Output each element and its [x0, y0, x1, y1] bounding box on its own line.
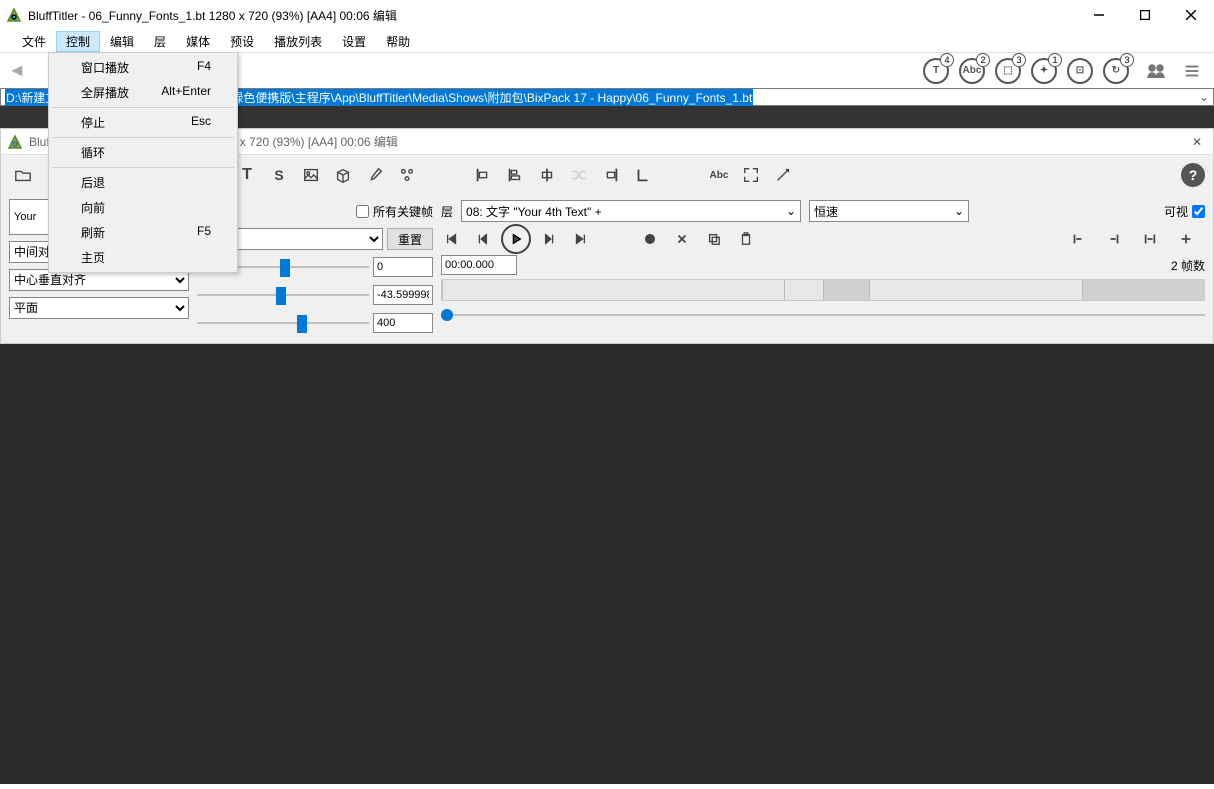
layer-label: 层 — [441, 203, 453, 220]
menu-separator — [52, 107, 234, 108]
align-l-icon[interactable] — [629, 161, 657, 189]
last-frame-icon[interactable] — [569, 228, 591, 250]
eyedropper-icon[interactable] — [361, 161, 389, 189]
marker-range-icon[interactable] — [1139, 228, 1161, 250]
minimize-button[interactable] — [1076, 0, 1122, 30]
menu-loop[interactable]: 循环 — [51, 140, 235, 165]
control-menu-dropdown: 窗口播放F4 全屏播放Alt+Enter 停止Esc 循环 后退 向前 刷新F5… — [48, 52, 238, 273]
menu-separator — [52, 167, 234, 168]
badge-rotate[interactable]: ↻3 — [1100, 55, 1132, 87]
visible-checkbox[interactable]: 可视 — [1164, 203, 1205, 220]
app-logo-icon — [6, 7, 22, 23]
maximize-button[interactable] — [1122, 0, 1168, 30]
badge-container[interactable]: ⊡ — [1064, 55, 1096, 87]
badge-image[interactable]: ⬚3 — [992, 55, 1024, 87]
badge-effect[interactable]: ✦1 — [1028, 55, 1060, 87]
abc-icon[interactable]: Abc — [705, 161, 733, 189]
align-left2-icon[interactable] — [501, 161, 529, 189]
text-s-icon[interactable]: S — [265, 161, 293, 189]
delete-key-icon[interactable] — [671, 228, 693, 250]
menu-window-play[interactable]: 窗口播放F4 — [51, 55, 235, 80]
menu-help[interactable]: 帮助 — [376, 31, 420, 52]
next-frame-icon[interactable] — [539, 228, 561, 250]
z-slider[interactable] — [197, 313, 369, 333]
wand-icon[interactable] — [769, 161, 797, 189]
menu-playlist[interactable]: 播放列表 — [264, 31, 332, 52]
first-frame-icon[interactable] — [441, 228, 463, 250]
badge-abc[interactable]: Abc2 — [956, 55, 988, 87]
cube-icon[interactable] — [329, 161, 357, 189]
play-button[interactable] — [501, 224, 531, 254]
expand-icon[interactable] — [737, 161, 765, 189]
all-keyframes-checkbox[interactable]: 所有关键帧 — [356, 203, 433, 220]
preview-viewport[interactable] — [0, 344, 1214, 784]
menu-control[interactable]: 控制 — [56, 31, 100, 52]
menu-media[interactable]: 媒体 — [176, 31, 220, 52]
menu-stop[interactable]: 停止Esc — [51, 110, 235, 135]
menu-home[interactable]: 主页 — [51, 245, 235, 270]
y-slider[interactable] — [197, 285, 369, 305]
menu-separator — [52, 137, 234, 138]
menu-forward[interactable]: 向前 — [51, 195, 235, 220]
menu-layer[interactable]: 层 — [144, 31, 176, 52]
panel-logo-icon — [7, 134, 23, 150]
marker-end-icon[interactable] — [1103, 228, 1125, 250]
badge-text[interactable]: T4 — [920, 55, 952, 87]
x-value[interactable] — [373, 257, 433, 277]
align-center-icon[interactable] — [533, 161, 561, 189]
paste-icon[interactable] — [735, 228, 757, 250]
align-left-icon[interactable] — [469, 161, 497, 189]
scrubber[interactable] — [441, 307, 1205, 323]
menu-edit[interactable]: 编辑 — [100, 31, 144, 52]
menu-settings[interactable]: 设置 — [332, 31, 376, 52]
menu-bar: 文件 控制 编辑 层 媒体 预设 播放列表 设置 帮助 — [0, 30, 1214, 52]
open-icon[interactable] — [9, 161, 37, 189]
time-input[interactable] — [441, 255, 517, 275]
align-shuffle-icon[interactable] — [565, 161, 593, 189]
menu-file[interactable]: 文件 — [12, 31, 56, 52]
align-right-icon[interactable] — [597, 161, 625, 189]
z-value[interactable] — [373, 313, 433, 333]
chevron-down-icon[interactable]: ⌄ — [1199, 90, 1209, 104]
panel-close-icon[interactable]: ✕ — [1187, 135, 1207, 149]
prev-frame-icon[interactable] — [471, 228, 493, 250]
speed-select[interactable]: 恒速⌄ — [809, 200, 969, 222]
reset-button[interactable]: 重置 — [387, 228, 433, 250]
marker-center-icon[interactable] — [1175, 228, 1197, 250]
y-value[interactable] — [373, 285, 433, 305]
plane-select[interactable]: 平面 — [9, 297, 189, 319]
menu-preset[interactable]: 预设 — [220, 31, 264, 52]
help-icon[interactable]: ? — [1181, 163, 1205, 187]
record-icon[interactable] — [639, 228, 661, 250]
back-icon[interactable]: ◄ — [8, 60, 38, 81]
close-button[interactable] — [1168, 0, 1214, 30]
list-icon[interactable] — [1178, 57, 1206, 85]
image-icon[interactable] — [297, 161, 325, 189]
marker-start-icon[interactable] — [1067, 228, 1089, 250]
copy-icon[interactable] — [703, 228, 725, 250]
particles-icon[interactable] — [393, 161, 421, 189]
menu-refresh[interactable]: 刷新F5 — [51, 220, 235, 245]
title-bar: BluffTitler - 06_Funny_Fonts_1.bt 1280 x… — [0, 0, 1214, 30]
window-title: BluffTitler - 06_Funny_Fonts_1.bt 1280 x… — [28, 7, 1076, 24]
timeline[interactable] — [441, 279, 1205, 301]
menu-back[interactable]: 后退 — [51, 170, 235, 195]
layer-select[interactable]: 08: 文字 "Your 4th Text" +⌄ — [461, 200, 801, 222]
menu-fullscreen-play[interactable]: 全屏播放Alt+Enter — [51, 80, 235, 105]
frame-count: 2 帧数 — [1171, 257, 1205, 274]
users-icon[interactable] — [1142, 57, 1170, 85]
